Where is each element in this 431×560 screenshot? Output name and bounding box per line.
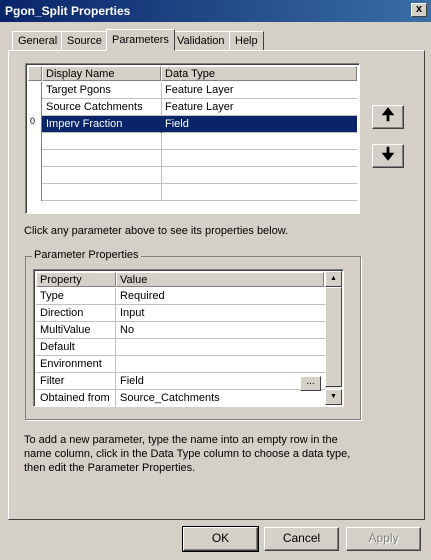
move-up-button[interactable]: 🠉	[372, 105, 404, 129]
empty-cell[interactable]	[43, 133, 162, 150]
properties-scrollbar[interactable]: ▲ ▼	[325, 271, 342, 405]
move-down-button[interactable]: 🠋	[372, 144, 404, 168]
close-button[interactable]: x	[411, 3, 427, 17]
param-type-cell[interactable]: Field	[162, 116, 357, 133]
empty-row[interactable]	[28, 133, 357, 150]
property-name: Type	[36, 288, 116, 305]
empty-cell[interactable]	[43, 150, 162, 167]
empty-cell[interactable]	[43, 167, 162, 184]
instructions-line-2: name column, click in the Data Type colu…	[24, 448, 351, 460]
property-value[interactable]: Field	[116, 373, 326, 390]
property-value[interactable]	[116, 339, 326, 356]
tab-parameters[interactable]: Parameters	[106, 29, 175, 51]
column-header-value[interactable]: Value	[116, 272, 324, 287]
property-row[interactable]: MultiValue No	[36, 322, 326, 339]
apply-button[interactable]: Apply	[346, 527, 421, 551]
property-name: MultiValue	[36, 322, 116, 339]
empty-row[interactable]	[28, 150, 357, 167]
column-header-data-type[interactable]: Data Type	[161, 66, 357, 81]
param-type-cell[interactable]: Feature Layer	[162, 99, 357, 116]
row-selector[interactable]	[28, 133, 42, 150]
empty-row[interactable]	[28, 167, 357, 184]
ok-button[interactable]: OK	[182, 526, 259, 552]
properties-dialog: Pgon_Split Properties x General Source P…	[0, 0, 431, 560]
scroll-up-icon: ▲	[330, 275, 337, 282]
title-bar: Pgon_Split Properties x	[0, 0, 431, 22]
property-name: Filter	[36, 373, 116, 390]
scroll-down-icon: ▼	[330, 393, 337, 400]
param-name-cell[interactable]: Target Pgons	[43, 82, 162, 99]
instructions-line-1: To add a new parameter, type the name in…	[24, 434, 338, 446]
param-name-cell[interactable]: Imperv Fraction	[43, 116, 162, 133]
param-type-cell[interactable]: Feature Layer	[162, 82, 357, 99]
scroll-down-button[interactable]: ▼	[325, 389, 342, 405]
param-name-cell[interactable]: Source Catchments	[43, 99, 162, 116]
property-name: Environment	[36, 356, 116, 373]
property-name: Obtained from	[36, 390, 116, 407]
row-selector[interactable]: 0	[28, 116, 42, 133]
row-selector-header	[28, 66, 42, 81]
group-label: Parameter Properties	[32, 249, 141, 261]
scroll-up-button[interactable]: ▲	[325, 271, 342, 287]
column-header-display-name[interactable]: Display Name	[42, 66, 161, 81]
property-row[interactable]: Default	[36, 339, 326, 356]
row-selector[interactable]	[28, 82, 42, 99]
row-selector[interactable]	[28, 99, 42, 116]
property-value[interactable]	[116, 356, 326, 373]
property-value[interactable]: Required	[116, 288, 326, 305]
property-name: Default	[36, 339, 116, 356]
tab-source[interactable]: Source	[61, 31, 108, 51]
row-selector[interactable]	[28, 150, 42, 167]
property-name: Direction	[36, 305, 116, 322]
row-selector[interactable]	[28, 184, 42, 201]
table-row[interactable]: Source Catchments Feature Layer	[28, 99, 357, 116]
empty-cell[interactable]	[43, 184, 162, 201]
arrow-up-icon: 🠉	[381, 107, 395, 124]
property-value[interactable]: Input	[116, 305, 326, 322]
table-row[interactable]: Target Pgons Feature Layer	[28, 82, 357, 99]
table-row-selected[interactable]: 0 Imperv Fraction Field	[28, 116, 357, 133]
window-title: Pgon_Split Properties	[5, 4, 131, 18]
tab-general[interactable]: General	[12, 31, 64, 51]
parameters-table[interactable]: Display Name Data Type Target Pgons Feat…	[25, 63, 360, 214]
property-row[interactable]: Obtained from Source_Catchments	[36, 390, 326, 407]
hint-text: Click any parameter above to see its pro…	[24, 225, 289, 237]
property-row[interactable]: Filter Field	[36, 373, 326, 390]
property-value[interactable]: Source_Catchments	[116, 390, 326, 407]
tab-validation[interactable]: Validation	[171, 31, 231, 51]
tab-help[interactable]: Help	[229, 31, 264, 51]
empty-row[interactable]	[28, 184, 357, 201]
column-header-property[interactable]: Property	[36, 272, 116, 287]
property-row[interactable]: Type Required	[36, 288, 326, 305]
property-row[interactable]: Direction Input	[36, 305, 326, 322]
property-value[interactable]: No	[116, 322, 326, 339]
cancel-button[interactable]: Cancel	[264, 527, 339, 551]
arrow-down-icon: 🠋	[381, 146, 395, 163]
instructions-line-3: then edit the Parameter Properties.	[24, 462, 196, 474]
property-row[interactable]: Environment	[36, 356, 326, 373]
properties-grid[interactable]: Property Value Type Required Direction I…	[33, 269, 344, 407]
row-selector[interactable]	[28, 167, 42, 184]
scroll-thumb[interactable]	[325, 287, 342, 387]
filter-ellipsis-button[interactable]: ...	[300, 376, 321, 391]
